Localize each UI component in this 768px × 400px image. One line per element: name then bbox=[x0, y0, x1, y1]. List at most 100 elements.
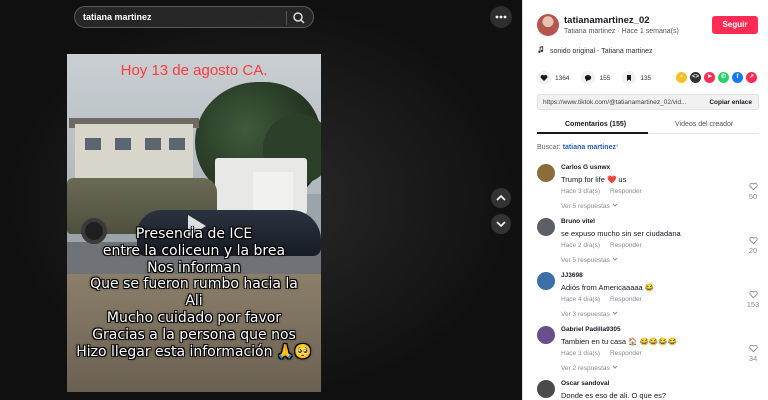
comment-text: se expuso mucho sin ser ciudadana bbox=[561, 229, 681, 238]
video-truck-cab bbox=[253, 172, 293, 212]
save-stat[interactable]: 135 bbox=[622, 71, 651, 85]
commenter-avatar[interactable] bbox=[537, 272, 555, 290]
send-icon[interactable]: ➤ bbox=[704, 72, 715, 83]
comment-like-button[interactable]: 20 bbox=[745, 236, 761, 255]
view-replies-button[interactable]: Ver 2 respuestas bbox=[561, 364, 618, 372]
video-stage: tatiana martinez Hoy 13 de agosto CA. Pr… bbox=[0, 0, 522, 400]
commenter-name[interactable]: Oscar sandoval bbox=[561, 380, 609, 387]
reply-button[interactable]: Responder bbox=[610, 350, 642, 357]
chevron-down-icon bbox=[612, 311, 617, 315]
comment-like-count: 34 bbox=[748, 354, 758, 363]
heart-outline-icon bbox=[748, 236, 758, 245]
comment-date: Hace 3 día(s) bbox=[561, 350, 601, 357]
chevron-down-icon bbox=[612, 365, 617, 369]
comment-text: Adiós from Americaaaaa 😂 bbox=[561, 283, 655, 292]
bookmark-icon bbox=[627, 75, 632, 81]
caption-line: entre la coliceun y la brea bbox=[102, 242, 286, 259]
comment-like-count: 153 bbox=[746, 300, 760, 309]
search-icon[interactable] bbox=[291, 10, 307, 26]
comment-text: Donde es eso de ali. O que es? bbox=[561, 391, 667, 400]
facebook-icon[interactable]: f bbox=[732, 72, 743, 83]
tab-creator-videos[interactable]: Videos del creador bbox=[675, 121, 733, 128]
follow-button[interactable]: Seguir bbox=[712, 16, 758, 34]
search-small-icon: ° bbox=[615, 145, 619, 151]
view-replies-label: Ver 5 respuestas bbox=[561, 203, 610, 210]
share-icons: • <> ➤ ✆ f ↗ bbox=[673, 72, 757, 83]
comment-text: Tambien en tu casa 🏠 😂😂😂😂 bbox=[561, 337, 677, 346]
view-replies-label: Ver 2 respuestas bbox=[561, 365, 610, 372]
commenter-avatar[interactable] bbox=[537, 164, 555, 182]
music-note-icon bbox=[538, 46, 544, 53]
comment-like-button[interactable]: 50 bbox=[745, 182, 761, 201]
heart-icon bbox=[540, 75, 548, 81]
heart-outline-icon bbox=[748, 344, 758, 353]
commenter-name[interactable]: Gabriel Padilla9305 bbox=[561, 326, 621, 333]
reply-button[interactable]: Responder bbox=[610, 242, 642, 249]
caption-line: Que se fueron rumbo hacia la bbox=[90, 276, 298, 293]
chevron-down-icon bbox=[612, 257, 617, 261]
embed-icon[interactable]: • bbox=[676, 72, 687, 83]
reply-button[interactable]: Responder bbox=[610, 188, 642, 195]
commenter-avatar[interactable] bbox=[537, 218, 555, 236]
view-replies-label: Ver 3 respuestas bbox=[561, 311, 610, 318]
comment-date: Hace 3 día(s) bbox=[561, 188, 601, 195]
comment-icon bbox=[585, 75, 592, 82]
like-count: 1364 bbox=[555, 74, 570, 82]
video-player[interactable]: Hoy 13 de agosto CA. Presencia de ICE en… bbox=[67, 54, 321, 392]
music-info[interactable]: sonido original - Tatiana martinez bbox=[537, 46, 653, 55]
video-caption: Presencia de ICE entre la coliceun y la … bbox=[69, 226, 319, 360]
author-subinfo: Tatiana martinez · Hace 1 semana(s) bbox=[564, 28, 679, 35]
comment-date: Hace 4 día(s) bbox=[561, 296, 601, 303]
caption-line: Ali bbox=[185, 293, 203, 310]
share-link-box: https://www.tiktok.com/@tatianamartinez_… bbox=[537, 94, 759, 110]
view-replies-button[interactable]: Ver 5 respuestas bbox=[561, 202, 618, 210]
panel-tabs: Comentarios (155) Videos del creador bbox=[537, 118, 759, 134]
author-username[interactable]: tatianamartinez_02 bbox=[564, 15, 650, 26]
share-arrow-icon[interactable]: ↗ bbox=[746, 72, 757, 83]
comment-text: Trump for life ❤️ us bbox=[561, 175, 627, 184]
like-stat[interactable]: 1364 bbox=[537, 71, 569, 85]
caption-line: Nos informan bbox=[147, 259, 241, 276]
comment-date: Hace 2 día(s) bbox=[561, 242, 601, 249]
active-tab-indicator bbox=[537, 132, 648, 134]
next-video-button[interactable] bbox=[491, 214, 511, 234]
comment-stat[interactable]: 155 bbox=[581, 71, 610, 85]
commenter-avatar[interactable] bbox=[537, 380, 555, 398]
copy-link-button[interactable]: Copiar enlace bbox=[709, 99, 752, 106]
comment-like-button[interactable]: 153 bbox=[745, 290, 761, 309]
search-input[interactable]: tatiana martinez bbox=[83, 12, 152, 22]
author-display-name: Tatiana martinez bbox=[564, 28, 616, 35]
author-avatar[interactable] bbox=[537, 14, 559, 36]
chevron-down-icon bbox=[612, 203, 617, 207]
music-label: sonido original - Tatiana martinez bbox=[549, 48, 653, 55]
comment-like-button[interactable]: 34 bbox=[745, 344, 761, 363]
reply-button[interactable]: Responder bbox=[610, 296, 642, 303]
comments-search[interactable]: Buscar: tatiana martinez° bbox=[537, 144, 618, 151]
comment-like-count: 50 bbox=[748, 192, 758, 201]
view-replies-button[interactable]: Ver 5 respuestas bbox=[561, 256, 618, 264]
comment-count: 155 bbox=[599, 74, 611, 82]
comment-meta: Hace 3 día(s) Responder bbox=[561, 350, 642, 357]
search-bar[interactable]: tatiana martinez bbox=[74, 6, 314, 28]
more-dots-icon bbox=[495, 15, 507, 19]
comment-meta: Hace 2 día(s) Responder bbox=[561, 242, 642, 249]
caption-line: Gracias a la persona que nos bbox=[92, 326, 296, 343]
chevron-down-icon bbox=[496, 221, 506, 228]
more-options-button[interactable] bbox=[490, 6, 512, 28]
code-icon[interactable]: <> bbox=[690, 72, 701, 83]
tab-comments[interactable]: Comentarios (155) bbox=[565, 121, 626, 128]
comment-meta: Hace 3 día(s) Responder bbox=[561, 188, 642, 195]
commenter-name[interactable]: Bruno vitel bbox=[561, 218, 595, 225]
post-date: Hace 1 semana(s) bbox=[621, 28, 679, 35]
commenter-avatar[interactable] bbox=[537, 326, 555, 344]
comments-search-prefix: Buscar: bbox=[537, 144, 561, 151]
comments-search-query[interactable]: tatiana martinez bbox=[563, 144, 616, 151]
chevron-up-icon bbox=[496, 194, 506, 201]
previous-video-button[interactable] bbox=[491, 188, 511, 208]
commenter-name[interactable]: Carlos G usnwx bbox=[561, 164, 610, 171]
view-replies-button[interactable]: Ver 3 respuestas bbox=[561, 310, 618, 318]
share-link-url[interactable]: https://www.tiktok.com/@tatianamartinez_… bbox=[543, 99, 700, 106]
search-divider bbox=[286, 11, 287, 25]
commenter-name[interactable]: JJ3698 bbox=[561, 272, 583, 279]
whatsapp-icon[interactable]: ✆ bbox=[718, 72, 729, 83]
